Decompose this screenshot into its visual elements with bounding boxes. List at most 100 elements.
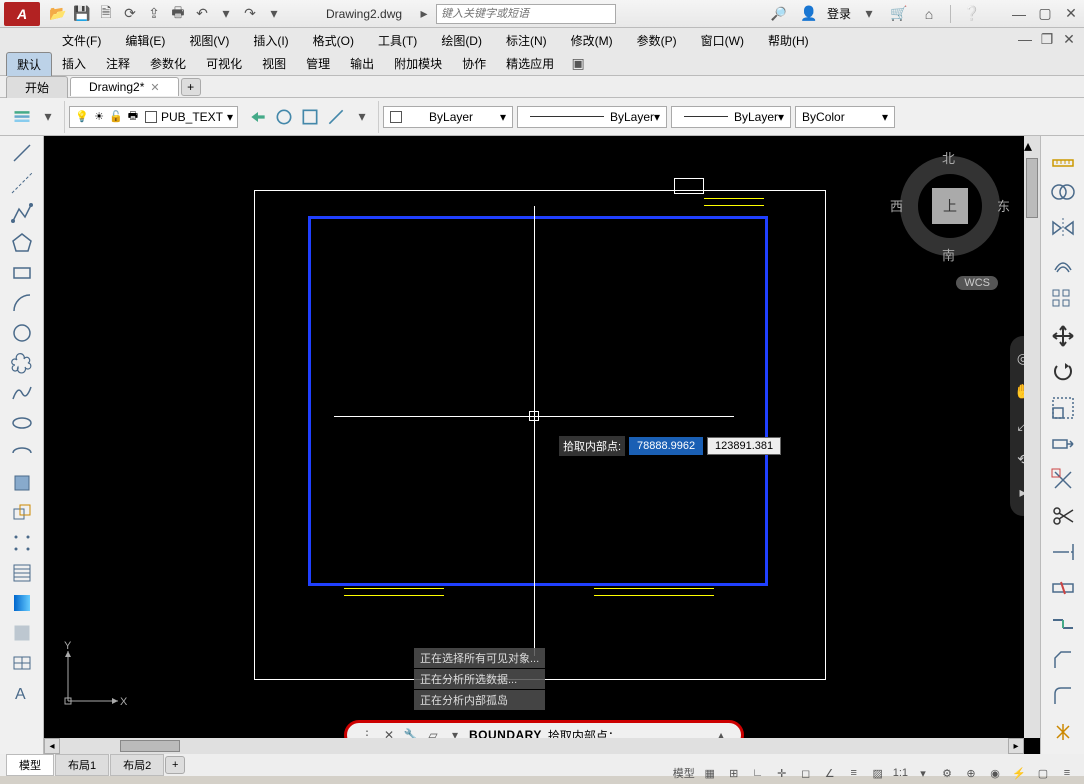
chamfer-tool-icon[interactable] [1045, 642, 1081, 678]
spline-tool-icon[interactable] [7, 378, 37, 408]
redo-icon[interactable]: ↷ [240, 4, 260, 24]
file-tab-drawing2[interactable]: Drawing2* ✕ [70, 77, 179, 96]
menu-modify[interactable]: 修改(M) [559, 29, 625, 52]
child-close-button[interactable]: ✕ [1060, 30, 1078, 48]
menu-format[interactable]: 格式(O) [301, 29, 366, 52]
circles-tool-icon[interactable] [1045, 174, 1081, 210]
ribbon-tab-insert[interactable]: 插入 [52, 52, 96, 75]
app-logo[interactable]: A [4, 2, 40, 26]
array-tool-icon[interactable] [1045, 282, 1081, 318]
menu-draw[interactable]: 绘图(D) [429, 29, 494, 52]
layer-previous-icon[interactable] [248, 107, 268, 127]
ribbon-tab-addins[interactable]: 附加模块 [384, 52, 452, 75]
layer-walk-icon[interactable] [326, 107, 346, 127]
hardware-accel-icon[interactable]: ⚡ [1010, 764, 1028, 782]
file-tab-start[interactable]: 开始 [6, 76, 68, 98]
ribbon-tab-visualize[interactable]: 可视化 [196, 52, 252, 75]
menu-edit[interactable]: 编辑(E) [113, 29, 177, 52]
annotation-scale-icon[interactable]: ▾ [914, 764, 932, 782]
grid-toggle-icon[interactable]: ▦ [701, 764, 719, 782]
linetype-selector[interactable]: ByLayer ▾ [517, 106, 667, 128]
menu-dimension[interactable]: 标注(N) [494, 29, 559, 52]
ribbon-tab-view[interactable]: 视图 [252, 52, 296, 75]
save-icon[interactable]: 💾 [72, 4, 92, 24]
insert-block-icon[interactable] [7, 468, 37, 498]
wcs-badge[interactable]: WCS [956, 276, 998, 290]
ribbon-tab-featured[interactable]: 精选应用 [496, 52, 564, 75]
ellipse-tool-icon[interactable] [7, 408, 37, 438]
menu-window[interactable]: 窗口(W) [689, 29, 756, 52]
clean-screen-icon[interactable]: ▢ [1034, 764, 1052, 782]
color-selector[interactable]: ByLayer ▾ [383, 106, 513, 128]
status-model[interactable]: 模型 [673, 765, 695, 781]
layer-manager-icon[interactable] [12, 107, 32, 127]
scroll-right-icon[interactable]: ▸ [1008, 738, 1024, 754]
ribbon-expand-icon[interactable]: ▣ [568, 54, 588, 74]
polygon-tool-icon[interactable] [7, 228, 37, 258]
account-icon[interactable]: 👤 [799, 4, 819, 24]
menu-parametric[interactable]: 参数(P) [625, 29, 689, 52]
extend-tool-icon[interactable] [1045, 534, 1081, 570]
vscroll-thumb[interactable] [1026, 158, 1038, 218]
explode-tool-icon[interactable] [1045, 714, 1081, 750]
login-drop-icon[interactable]: ▾ [859, 4, 879, 24]
isolate-objects-icon[interactable]: ◉ [986, 764, 1004, 782]
search-input[interactable] [436, 4, 616, 24]
table-tool-icon[interactable] [7, 648, 37, 678]
scroll-left-icon[interactable]: ◂ [44, 738, 60, 754]
layer-more-icon[interactable]: ▾ [352, 107, 372, 127]
ribbon-tab-parametric[interactable]: 参数化 [140, 52, 196, 75]
layer-tools-dropdown-icon[interactable]: ▾ [38, 107, 58, 127]
undo-icon[interactable]: ↶ [192, 4, 212, 24]
viewcube-east[interactable]: 东 [997, 196, 1010, 215]
layer-match-icon[interactable] [300, 107, 320, 127]
lineweight-selector[interactable]: ByLayer ▾ [671, 106, 791, 128]
measure-tool-icon[interactable] [1045, 138, 1081, 174]
menu-help[interactable]: 帮助(H) [756, 29, 821, 52]
cart-icon[interactable]: 🛒 [889, 4, 909, 24]
rectangle-tool-icon[interactable] [7, 258, 37, 288]
polyline-tool-icon[interactable] [7, 198, 37, 228]
layout1-tab[interactable]: 布局1 [55, 754, 109, 776]
ortho-toggle-icon[interactable]: ∟ [749, 764, 767, 782]
ribbon-tab-manage[interactable]: 管理 [296, 52, 340, 75]
search-expand-icon[interactable]: ▸ [414, 4, 434, 24]
point-tool-icon[interactable] [7, 528, 37, 558]
child-restore-button[interactable]: ❐ [1038, 30, 1056, 48]
lineweight-toggle-icon[interactable]: ≡ [845, 764, 863, 782]
fillet-tool-icon[interactable] [1045, 678, 1081, 714]
menu-file[interactable]: 文件(F) [50, 29, 113, 52]
coord-x-input[interactable]: 78888.9962 [629, 437, 703, 455]
region-tool-icon[interactable] [7, 618, 37, 648]
help-icon[interactable]: ❔ [962, 4, 982, 24]
add-layout-tab[interactable]: + [165, 756, 185, 774]
menu-insert[interactable]: 插入(I) [241, 29, 300, 52]
viewcube-west[interactable]: 西 [890, 196, 903, 215]
viewcube-south[interactable]: 南 [942, 245, 955, 264]
find-icon[interactable]: 🔎 [769, 4, 789, 24]
offset-tool-icon[interactable] [1045, 246, 1081, 282]
move-tool-icon[interactable] [1045, 318, 1081, 354]
login-text[interactable]: 登录 [827, 5, 851, 22]
otrack-toggle-icon[interactable]: ∠ [821, 764, 839, 782]
hscroll-thumb[interactable] [120, 740, 180, 752]
maximize-button[interactable]: ▢ [1036, 5, 1054, 23]
close-button[interactable]: ✕ [1062, 5, 1080, 23]
ribbon-tab-collaborate[interactable]: 协作 [452, 52, 496, 75]
scroll-up-icon[interactable]: ▴ [1024, 136, 1040, 156]
ribbon-tab-output[interactable]: 输出 [340, 52, 384, 75]
viewcube-top-face[interactable]: 上 [932, 188, 968, 224]
export-icon[interactable]: ⇪ [144, 4, 164, 24]
child-minimize-button[interactable]: — [1016, 30, 1034, 48]
osnap-toggle-icon[interactable]: ◻ [797, 764, 815, 782]
undo-drop-icon[interactable]: ▾ [216, 4, 236, 24]
coord-y-input[interactable]: 123891.381 [707, 437, 781, 455]
make-block-icon[interactable] [7, 498, 37, 528]
ribbon-tab-annotate[interactable]: 注释 [96, 52, 140, 75]
redo-drop-icon[interactable]: ▾ [264, 4, 284, 24]
file-tab-close-icon[interactable]: ✕ [150, 81, 159, 94]
circle-tool-icon[interactable] [7, 318, 37, 348]
plotstyle-selector[interactable]: ByColor ▾ [795, 106, 895, 128]
vertical-scrollbar[interactable]: ▴ [1024, 136, 1040, 738]
minimize-button[interactable]: — [1010, 5, 1028, 23]
